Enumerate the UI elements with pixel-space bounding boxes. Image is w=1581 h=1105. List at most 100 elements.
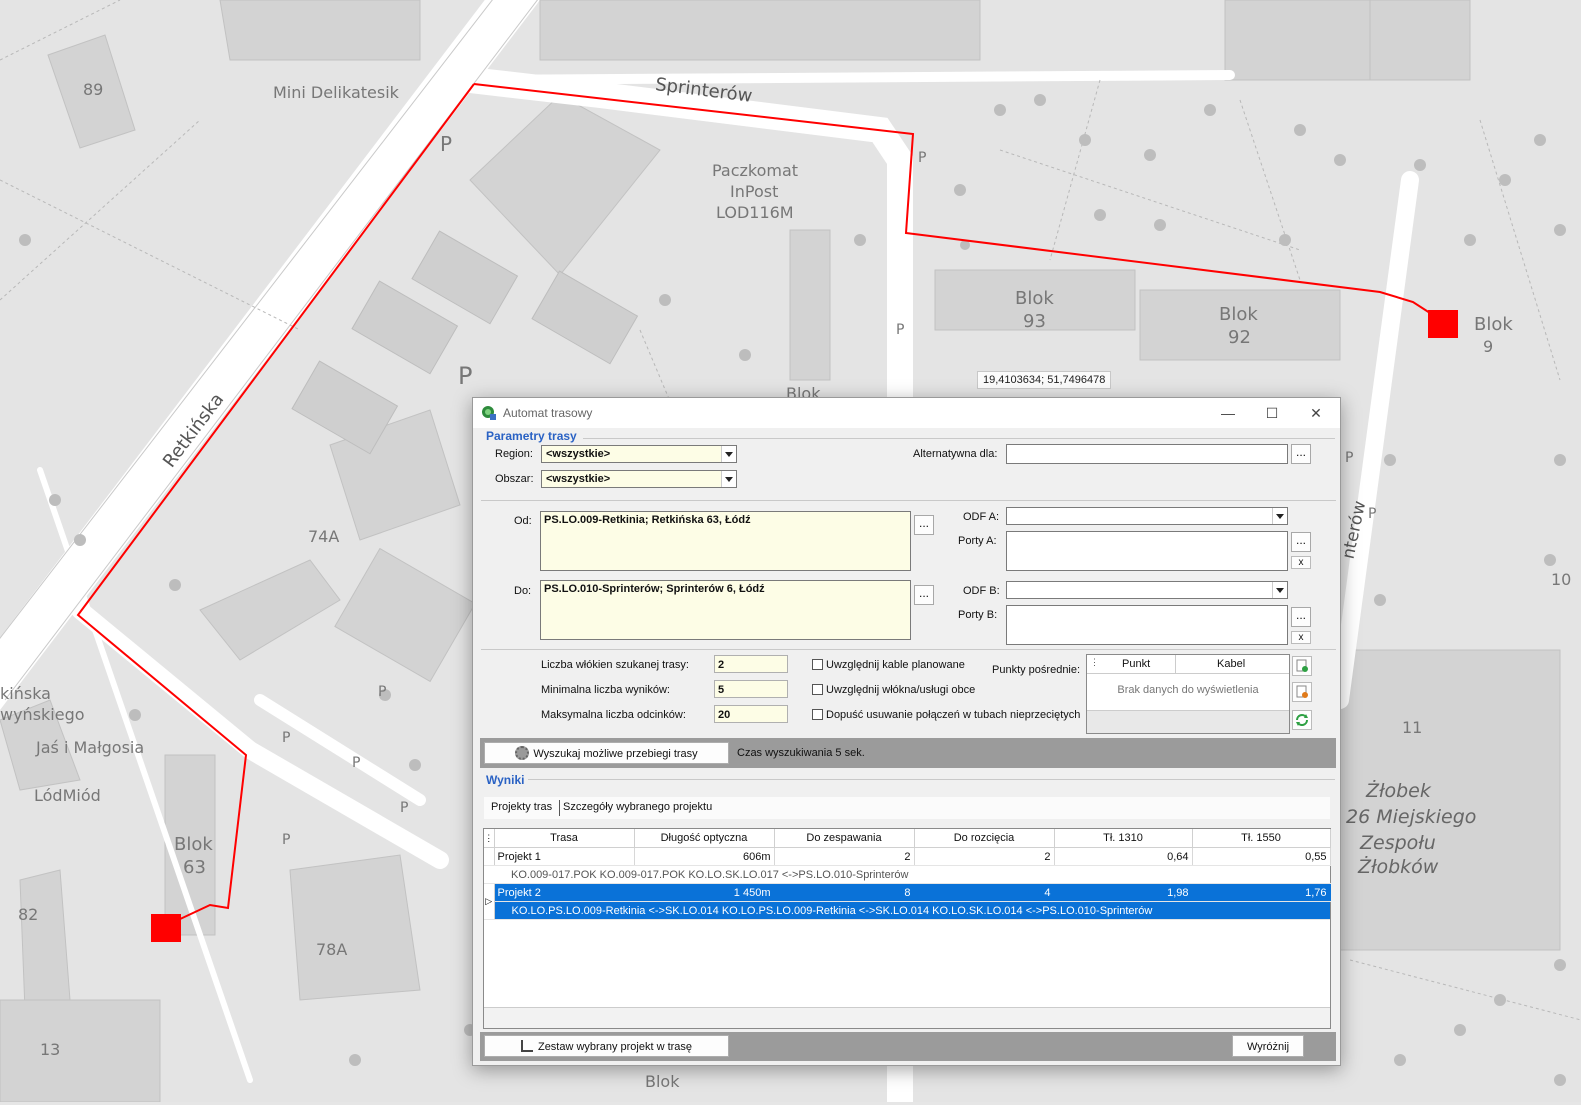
tab-szczegoly-projektu[interactable]: Szczegóły wybranego projektu: [563, 801, 712, 813]
tab-projekty-tras[interactable]: Projekty tras: [491, 801, 552, 813]
cell-trasa: Projekt 2: [494, 883, 635, 902]
row-indicator: [484, 847, 495, 866]
column-header[interactable]: Trasa: [494, 829, 635, 848]
odf-a-select[interactable]: [1006, 507, 1288, 525]
table-row[interactable]: Projekt 1 606m 2 2 0,64 0,55: [484, 847, 1331, 866]
search-time-text: Czas wyszukiwania 5 sek.: [737, 747, 865, 759]
map-label-82: 82: [18, 905, 39, 924]
chevron-down-icon: [721, 471, 736, 487]
results-grid-footer: [484, 1007, 1330, 1028]
od-browse-button[interactable]: ...: [914, 515, 934, 535]
route-set-icon: [520, 1040, 533, 1052]
cell-t1310: 0,64: [1054, 847, 1193, 866]
results-grid[interactable]: ⋮ Trasa Długość optyczna Do zespawania D…: [483, 828, 1331, 1029]
column-header[interactable]: Długość optyczna: [634, 829, 775, 848]
parking-icon: P: [352, 755, 361, 771]
coordinate-readout: 19,4103634; 51,7496478: [977, 371, 1112, 389]
endpoint-sprinterow-marker[interactable]: [1428, 310, 1458, 338]
column-header[interactable]: Tł. 1550: [1192, 829, 1331, 848]
minimize-button[interactable]: —: [1211, 402, 1245, 424]
table-row-selected[interactable]: ▷ Projekt 2 1 450m 8 4 1,98 1,76: [484, 883, 1331, 920]
allow-remove-connections-checkbox[interactable]: Dopuść usuwanie połączeń w tubach nieprz…: [812, 709, 1080, 721]
window-title: Automat trasowy: [503, 406, 593, 420]
map-label-blok-93: Blok: [1015, 288, 1054, 309]
checkbox-label: Dopuść usuwanie połączeń w tubach nieprz…: [826, 709, 1081, 721]
foreign-fibers-checkbox[interactable]: Uwzględnij włókna/usługi obce: [812, 684, 975, 696]
search-bar: Wyszukaj możliwe przebiegi trasy Czas wy…: [480, 738, 1336, 768]
section-divider: [528, 779, 1335, 780]
close-button[interactable]: ✕: [1299, 402, 1333, 424]
title-bar[interactable]: Automat trasowy — ☐ ✕: [473, 398, 1340, 428]
table-row-detail-selected[interactable]: KO.LO.PS.LO.009-Retkinia <->SK.LO.014 KO…: [484, 901, 1330, 920]
cell-t1550: 1,76: [1192, 883, 1331, 902]
map-label-wynskiego: wyńskiego: [0, 705, 85, 724]
porty-a-input[interactable]: [1006, 531, 1288, 571]
odf-b-select[interactable]: [1006, 581, 1288, 599]
porty-b-clear-button[interactable]: x: [1291, 631, 1311, 644]
region-label: Region:: [495, 448, 533, 460]
alt-input[interactable]: [1006, 444, 1288, 464]
via-col-punkt[interactable]: Punkt: [1122, 658, 1150, 670]
checkbox-box[interactable]: [812, 684, 823, 695]
cell-dlugosc: 1 450m: [634, 883, 775, 902]
via-points-header: ⋮ Punkt Kabel: [1087, 655, 1289, 674]
via-col-kabel[interactable]: Kabel: [1217, 658, 1245, 670]
endpoint-retkinia-marker[interactable]: [151, 914, 181, 942]
planned-cables-checkbox[interactable]: Uwzględnij kable planowane: [812, 659, 965, 671]
cell-trasa: Projekt 1: [494, 847, 635, 866]
results-table: ⋮ Trasa Długość optyczna Do zespawania D…: [484, 829, 1331, 920]
map-label-89: 89: [83, 80, 104, 99]
do-input[interactable]: PS.LO.010-Sprinterów; Sprinterów 6, Łódź: [540, 580, 911, 640]
porty-b-browse-button[interactable]: ...: [1291, 607, 1311, 627]
map-label-lodmiod: LódMiód: [34, 786, 101, 805]
grid-menu-icon[interactable]: ⋮: [484, 829, 495, 848]
app-icon: [482, 406, 496, 420]
add-point-icon: [1296, 659, 1308, 672]
via-points-grid[interactable]: ⋮ Punkt Kabel Brak danych do wyświetleni…: [1086, 654, 1290, 734]
checkbox-box[interactable]: [812, 659, 823, 670]
highlight-button[interactable]: Wyróżnij: [1232, 1035, 1304, 1057]
search-routes-button[interactable]: Wyszukaj możliwe przebiegi trasy: [484, 742, 729, 764]
do-browse-button[interactable]: ...: [914, 585, 934, 605]
porty-b-input[interactable]: [1006, 605, 1288, 645]
max-segments-input[interactable]: 20: [714, 705, 788, 723]
map-label-78a: 78A: [316, 940, 348, 959]
section-divider: [481, 500, 1336, 501]
map-label-zlobek: Żłobek: [1366, 780, 1431, 802]
do-label: Do:: [514, 585, 532, 597]
min-results-label: Minimalna liczba wyników:: [541, 684, 670, 696]
via-points-label: Punkty pośrednie:: [992, 664, 1081, 676]
od-input[interactable]: PS.LO.009-Retkinia; Retkińska 63, Łódź: [540, 511, 911, 571]
column-header[interactable]: Tł. 1310: [1054, 829, 1193, 848]
porty-a-clear-button[interactable]: x: [1291, 556, 1311, 569]
porty-a-browse-button[interactable]: ...: [1291, 532, 1311, 552]
parking-icon: P: [458, 362, 473, 390]
map-label-zlobek-line4: Żłobków: [1358, 856, 1439, 878]
remove-point-button[interactable]: [1292, 682, 1312, 702]
table-row-detail[interactable]: KO.009-017.POK KO.009-017.POK KO.LO.SK.L…: [484, 865, 1330, 884]
chevron-down-icon: [1272, 582, 1287, 598]
porty-b-label: Porty B:: [958, 609, 998, 621]
refresh-button[interactable]: [1292, 710, 1312, 730]
column-header[interactable]: Do zespawania: [774, 829, 915, 848]
alt-browse-button[interactable]: ...: [1291, 444, 1311, 464]
grid-menu-icon[interactable]: ⋮: [1090, 657, 1099, 668]
map-label-13: 13: [40, 1040, 61, 1059]
results-tabs: Projekty tras Szczegóły wybranego projek…: [484, 797, 1330, 819]
via-empty-message: Brak danych do wyświetlenia: [1117, 684, 1259, 696]
map-label-blok-93-number: 93: [1023, 311, 1046, 332]
map-label-11: 11: [1402, 718, 1423, 737]
maximize-button[interactable]: ☐: [1255, 402, 1289, 424]
cell-rozciecia: 2: [914, 847, 1055, 866]
obszar-select[interactable]: <wszystkie>: [541, 470, 737, 488]
min-results-input[interactable]: 5: [714, 680, 788, 698]
region-select[interactable]: <wszystkie>: [541, 445, 737, 463]
apply-project-button[interactable]: Zestaw wybrany projekt w trasę: [484, 1035, 729, 1057]
map-label-10: 10: [1551, 570, 1572, 589]
fibers-input[interactable]: 2: [714, 655, 788, 673]
obszar-label: Obszar:: [495, 473, 534, 485]
add-point-button[interactable]: [1292, 656, 1312, 676]
column-header[interactable]: Do rozcięcia: [914, 829, 1055, 848]
cell-zespawania: 8: [774, 883, 915, 902]
checkbox-box[interactable]: [812, 709, 823, 720]
